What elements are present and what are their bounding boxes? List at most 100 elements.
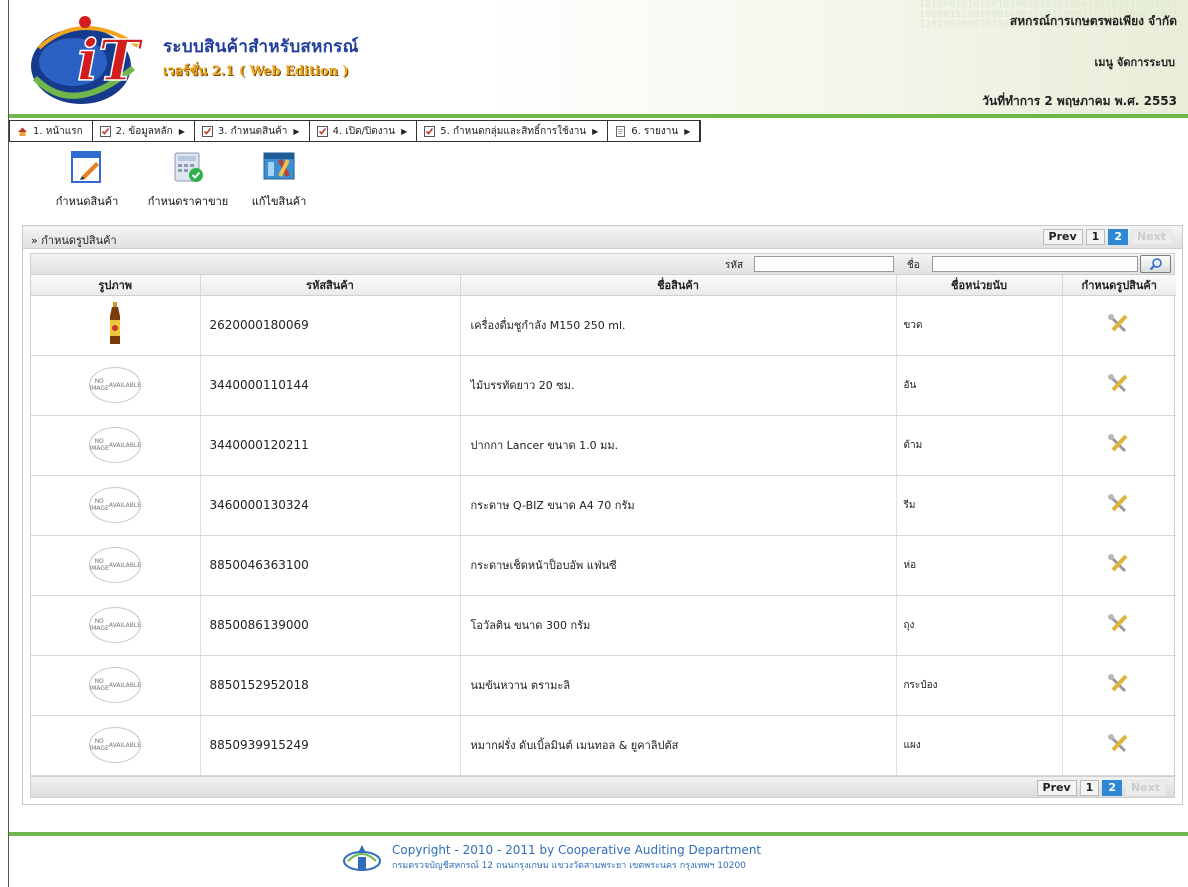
main-menu: 1. หน้าแรก 2. ข้อมูลหลัก ▶ 3. กำหนดสินค้… (9, 120, 702, 142)
menu-item-label: 1. หน้าแรก (33, 125, 83, 137)
set-image-cell (1062, 535, 1176, 596)
product-code: 8850152952018 (200, 655, 461, 716)
product-name: ไม้บรรทัดยาว 20 ซม. (460, 355, 897, 416)
menu-item-label: 5. กำหนดกลุ่มและสิทธิ์การใช้งาน (440, 125, 587, 137)
quick-toolbar: กำหนดสินค้า กำหนดราคาขาย แก้ไขสินค้า (37, 150, 319, 210)
table-header-row: รูปภาพ รหัสสินค้า ชื่อสินค้า ชื่อหน่วยนั… (31, 275, 1176, 296)
next-page-button: Next (1124, 780, 1166, 796)
product-unit: กระป๋อง (896, 655, 1063, 716)
page-button-1[interactable]: 1 (1085, 229, 1106, 245)
product-image-cell: NO IMAGE AVAILABLE (31, 355, 201, 416)
organization-name: สหกรณ์การเกษตรพอเพียง จำกัด (1009, 14, 1177, 28)
footer-divider (9, 832, 1188, 836)
product-grid: รหัส ชื่อ รูปภาพ รหัสสินค้า ชื่อสินค้า ช… (30, 253, 1176, 777)
column-header-name: ชื่อสินค้า (460, 275, 897, 296)
document-icon (616, 125, 626, 137)
search-button[interactable] (1140, 255, 1171, 273)
set-image-tools-icon[interactable] (1107, 313, 1131, 335)
set-image-cell (1062, 295, 1176, 356)
set-image-tools-icon[interactable] (1107, 673, 1131, 695)
product-unit: ด้าม (896, 415, 1063, 476)
checklist-icon (201, 125, 213, 137)
submenu-arrow-icon: ▶ (178, 126, 185, 136)
prev-page-button[interactable]: Prev (1042, 229, 1083, 245)
product-code: 3440000110144 (200, 355, 461, 416)
svg-text:iT: iT (77, 28, 144, 94)
menu-item-label: 6. รายงาน (631, 125, 679, 137)
home-icon (18, 127, 27, 136)
tool-label: กำหนดราคาขาย (147, 195, 229, 208)
column-header-code: รหัสสินค้า (200, 275, 461, 296)
prev-page-button[interactable]: Prev (1036, 780, 1077, 796)
menu-item-groups-permissions[interactable]: 5. กำหนดกลุ่มและสิทธิ์การใช้งาน ▶ (417, 121, 609, 141)
edit-product-button[interactable]: แก้ไขสินค้า (239, 150, 319, 210)
product-name: หมากฝรั่ง ดับเบิ้ลมินต์ เมนทอล & ยูคาลิป… (460, 715, 897, 776)
set-image-tools-icon[interactable] (1107, 553, 1131, 575)
product-image-cell (31, 295, 201, 356)
product-code: 8850939915249 (200, 715, 461, 776)
user-menu-label[interactable]: เมนู จัดการระบบ (1095, 53, 1175, 71)
product-unit: รีม (896, 475, 1063, 536)
define-product-button[interactable]: กำหนดสินค้า (37, 150, 137, 210)
checklist-icon (99, 125, 111, 137)
app-header: 1010001010100101001010101000101101110001… (9, 0, 1188, 114)
product-name: นมข้นหวาน ตรามะลิ (460, 655, 897, 716)
product-name: กระดาษเช็ดหน้าป็อบอัพ แฟ่นซี (460, 535, 897, 596)
product-code: 2620000180069 (200, 295, 461, 356)
set-image-tools-icon[interactable] (1107, 433, 1131, 455)
product-unit: ห่อ (896, 535, 1063, 596)
panel-header: » กำหนดรูปสินค้า Prev 1 2 Next (23, 226, 1182, 249)
page-button-1[interactable]: 1 (1079, 780, 1100, 796)
name-search-input[interactable] (932, 256, 1138, 272)
set-image-tools-icon[interactable] (1107, 733, 1131, 755)
no-image-placeholder: NO IMAGE AVAILABLE (89, 427, 142, 463)
app-frame: 1010001010100101001010101000101101110001… (8, 0, 1188, 887)
table-row: NO IMAGE AVAILABLE 3440000110144 ไม้บรรทั… (31, 355, 1176, 416)
set-image-tools-icon[interactable] (1107, 373, 1131, 395)
app-logo-icon: iT (31, 16, 145, 104)
table-row: NO IMAGE AVAILABLE 3460000130324 กระดาษ Q… (31, 475, 1176, 536)
product-name: เครื่องดื่มชูกำลัง M150 250 ml. (460, 295, 897, 356)
menu-item-reports[interactable]: 6. รายงาน ▶ (608, 121, 701, 141)
no-image-placeholder: NO IMAGE AVAILABLE (89, 667, 142, 703)
set-image-cell (1062, 415, 1176, 476)
product-image-cell: NO IMAGE AVAILABLE (31, 655, 201, 716)
set-price-button[interactable]: กำหนดราคาขาย (137, 150, 239, 210)
product-image-panel: » กำหนดรูปสินค้า Prev 1 2 Next รหัส ชื่อ (22, 225, 1183, 805)
work-date: วันที่ทำการ 2 พฤษภาคม พ.ศ. 2553 (982, 94, 1177, 108)
product-code: 8850086139000 (200, 595, 461, 656)
menu-item-master-data[interactable]: 2. ข้อมูลหลัก ▶ (93, 121, 195, 141)
menu-item-define-product[interactable]: 3. กำหนดสินค้า ▶ (195, 121, 310, 141)
name-search-label: ชื่อ (907, 260, 920, 271)
table-row: 2620000180069 เครื่องดื่มชูกำลัง M150 25… (31, 295, 1176, 356)
column-header-unit: ชื่อหน่วยนับ (896, 275, 1063, 296)
no-image-placeholder: NO IMAGE AVAILABLE (89, 487, 142, 523)
set-image-cell (1062, 475, 1176, 536)
code-search-label: รหัส (725, 260, 744, 271)
table-row: NO IMAGE AVAILABLE 8850086139000 โอวัลติน… (31, 595, 1176, 656)
menu-item-label: 2. ข้อมูลหลัก (115, 125, 173, 137)
menu-item-home[interactable]: 1. หน้าแรก (10, 121, 93, 141)
menu-item-label: 4. เปิด/ปิดงาน (332, 125, 396, 137)
no-image-placeholder: NO IMAGE AVAILABLE (89, 547, 142, 583)
product-name: ปากกา Lancer ขนาด 1.0 มม. (460, 415, 897, 476)
product-image-cell: NO IMAGE AVAILABLE (31, 535, 201, 596)
set-image-cell (1062, 355, 1176, 416)
submenu-arrow-icon: ▶ (293, 126, 300, 136)
submenu-arrow-icon: ▶ (401, 126, 408, 136)
app-title: ระบบสินค้าสำหรับสหกรณ์ (163, 37, 359, 57)
page-button-2-current[interactable]: 2 (1102, 780, 1122, 796)
edit-product-tools-icon (263, 152, 295, 180)
page-button-2-current[interactable]: 2 (1108, 229, 1128, 245)
price-calculator-icon (174, 152, 203, 182)
set-image-tools-icon[interactable] (1107, 613, 1131, 635)
code-search-input[interactable] (754, 256, 894, 272)
product-unit: แผง (896, 715, 1063, 776)
product-image-cell: NO IMAGE AVAILABLE (31, 415, 201, 476)
no-image-placeholder: NO IMAGE AVAILABLE (89, 727, 142, 763)
next-page-button: Next (1130, 229, 1172, 245)
set-image-tools-icon[interactable] (1107, 493, 1131, 515)
menu-item-open-close-work[interactable]: 4. เปิด/ปิดงาน ▶ (310, 121, 418, 141)
search-icon (1149, 258, 1162, 271)
table-row: NO IMAGE AVAILABLE 8850939915249 หมากฝรั่… (31, 715, 1176, 776)
